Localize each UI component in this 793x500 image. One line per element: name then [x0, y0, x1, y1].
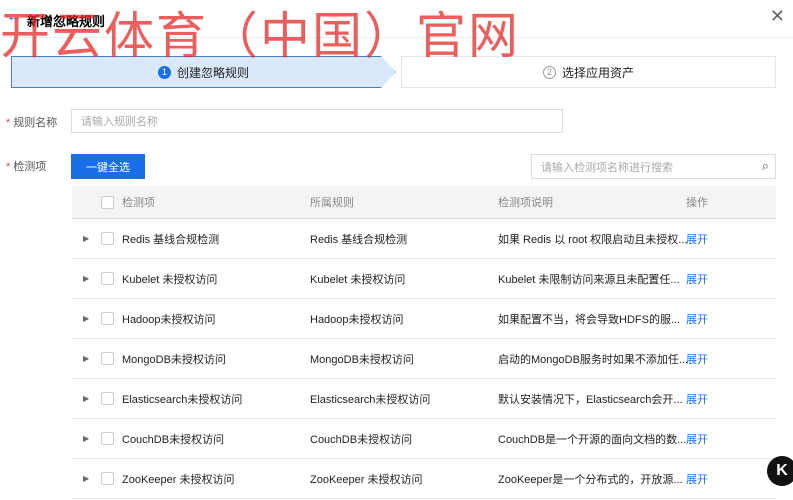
search-input[interactable]: 请输入检测项名称进行搜索 ⌕ — [531, 154, 776, 179]
expand-caret-icon[interactable]: ▶ — [83, 354, 89, 363]
rule-name: Elasticsearch未授权访问 — [310, 393, 431, 406]
expand-caret-icon[interactable]: ▶ — [83, 434, 89, 443]
step-1[interactable]: 1 创建忽略规则 — [11, 56, 396, 88]
rule-name: Redis 基线合规检测 — [310, 233, 408, 246]
table-row: ▶ ZooKeeper 未授权访问 ZooKeeper 未授权访问 ZooKee… — [72, 459, 776, 499]
rule-name: Kubelet 未授权访问 — [310, 273, 406, 286]
item-name: Elasticsearch未授权访问 — [122, 393, 243, 406]
select-all-checkbox[interactable] — [101, 195, 114, 209]
item-name: MongoDB未授权访问 — [122, 353, 226, 366]
item-name: Kubelet 未授权访问 — [122, 273, 218, 286]
row-checkbox[interactable] — [101, 272, 114, 285]
check-items-label: * 检测项 — [6, 161, 47, 173]
table-row: ▶ CouchDB未授权访问 CouchDB未授权访问 CouchDB是一个开源… — [72, 419, 776, 459]
item-name: Redis 基线合规检测 — [122, 233, 220, 246]
expand-caret-icon[interactable]: ▶ — [83, 234, 89, 243]
row-checkbox[interactable] — [101, 232, 114, 245]
expand-caret-icon[interactable]: ▶ — [83, 274, 89, 283]
row-checkbox[interactable] — [101, 472, 114, 485]
rule-name: Hadoop未授权访问 — [310, 313, 404, 326]
item-desc: 如果 Redis 以 root 权限启动且未授权... — [498, 233, 688, 246]
row-checkbox[interactable] — [101, 432, 114, 445]
expand-caret-icon[interactable]: ▶ — [83, 474, 89, 483]
expand-link[interactable]: 展开 — [686, 431, 708, 447]
row-checkbox[interactable] — [101, 312, 114, 325]
page-title: 新增忽略规则 — [27, 14, 106, 29]
expand-link[interactable]: 展开 — [686, 391, 708, 407]
col-header: 检测项 — [122, 197, 155, 209]
table-row: ▶ MongoDB未授权访问 MongoDB未授权访问 启动的MongoDB服务… — [72, 339, 776, 379]
item-desc: CouchDB是一个开源的面向文档的数... — [498, 433, 687, 446]
rule-name: MongoDB未授权访问 — [310, 353, 414, 366]
table-row: ▶ Kubelet 未授权访问 Kubelet 未授权访问 Kubelet 未限… — [72, 259, 776, 299]
step-number: 2 — [542, 65, 556, 79]
col-header: 操作 — [686, 197, 708, 209]
rule-name-input[interactable]: 请输入规则名称 — [71, 109, 563, 133]
expand-caret-icon[interactable]: ▶ — [83, 394, 89, 403]
dialog-header: ← 新增忽略规则 ✕ — [0, 0, 793, 38]
back-arrow-icon[interactable]: ← — [6, 8, 22, 26]
step-label: 创建忽略规则 — [176, 65, 249, 80]
close-icon[interactable]: ✕ — [770, 6, 785, 27]
search-icon[interactable]: ⌕ — [762, 158, 769, 174]
row-checkbox[interactable] — [101, 352, 114, 365]
expand-link[interactable]: 展开 — [686, 271, 708, 287]
item-name: ZooKeeper 未授权访问 — [122, 473, 235, 486]
step-2[interactable]: 2 选择应用资产 — [401, 56, 776, 88]
help-fab-button[interactable]: K — [767, 456, 793, 486]
expand-link[interactable]: 展开 — [686, 311, 708, 327]
expand-caret-icon[interactable]: ▶ — [83, 314, 89, 323]
table-row: ▶ Hadoop未授权访问 Hadoop未授权访问 如果配置不当，将会导致HDF… — [72, 299, 776, 339]
rule-name: ZooKeeper 未授权访问 — [310, 473, 423, 486]
step-label: 选择应用资产 — [561, 65, 634, 80]
step-number: 1 — [157, 65, 171, 79]
table-row: ▶ Elasticsearch未授权访问 Elasticsearch未授权访问 … — [72, 379, 776, 419]
table-header: 检测项 所属规则 检测项说明 操作 — [72, 186, 776, 219]
item-name: Hadoop未授权访问 — [122, 313, 216, 326]
col-header: 所属规则 — [310, 197, 354, 209]
select-all-button[interactable]: 一键全选 — [71, 154, 145, 179]
item-desc: Kubelet 未限制访问来源且未配置任... — [498, 273, 680, 286]
item-desc: 默认安装情况下，Elasticsearch会开... — [498, 393, 683, 406]
rule-name-label: * 规则名称 — [6, 117, 58, 129]
table-row: ▶ Redis 基线合规检测 Redis 基线合规检测 如果 Redis 以 r… — [72, 219, 776, 259]
row-checkbox[interactable] — [101, 392, 114, 405]
item-desc: ZooKeeper是一个分布式的，开放源... — [498, 473, 683, 486]
expand-link[interactable]: 展开 — [686, 231, 708, 247]
stepper: 1 创建忽略规则 2 选择应用资产 — [11, 56, 776, 88]
expand-link[interactable]: 展开 — [686, 351, 708, 367]
item-desc: 如果配置不当，将会导致HDFS的服... — [498, 313, 681, 326]
check-items-table: 检测项 所属规则 检测项说明 操作 ▶ Redis 基线合规检测 Redis 基… — [72, 186, 776, 499]
item-name: CouchDB未授权访问 — [122, 433, 225, 446]
rule-name: CouchDB未授权访问 — [310, 433, 413, 446]
item-desc: 启动的MongoDB服务时如果不添加任... — [498, 353, 689, 366]
expand-link[interactable]: 展开 — [686, 471, 708, 487]
col-header: 检测项说明 — [498, 197, 553, 209]
